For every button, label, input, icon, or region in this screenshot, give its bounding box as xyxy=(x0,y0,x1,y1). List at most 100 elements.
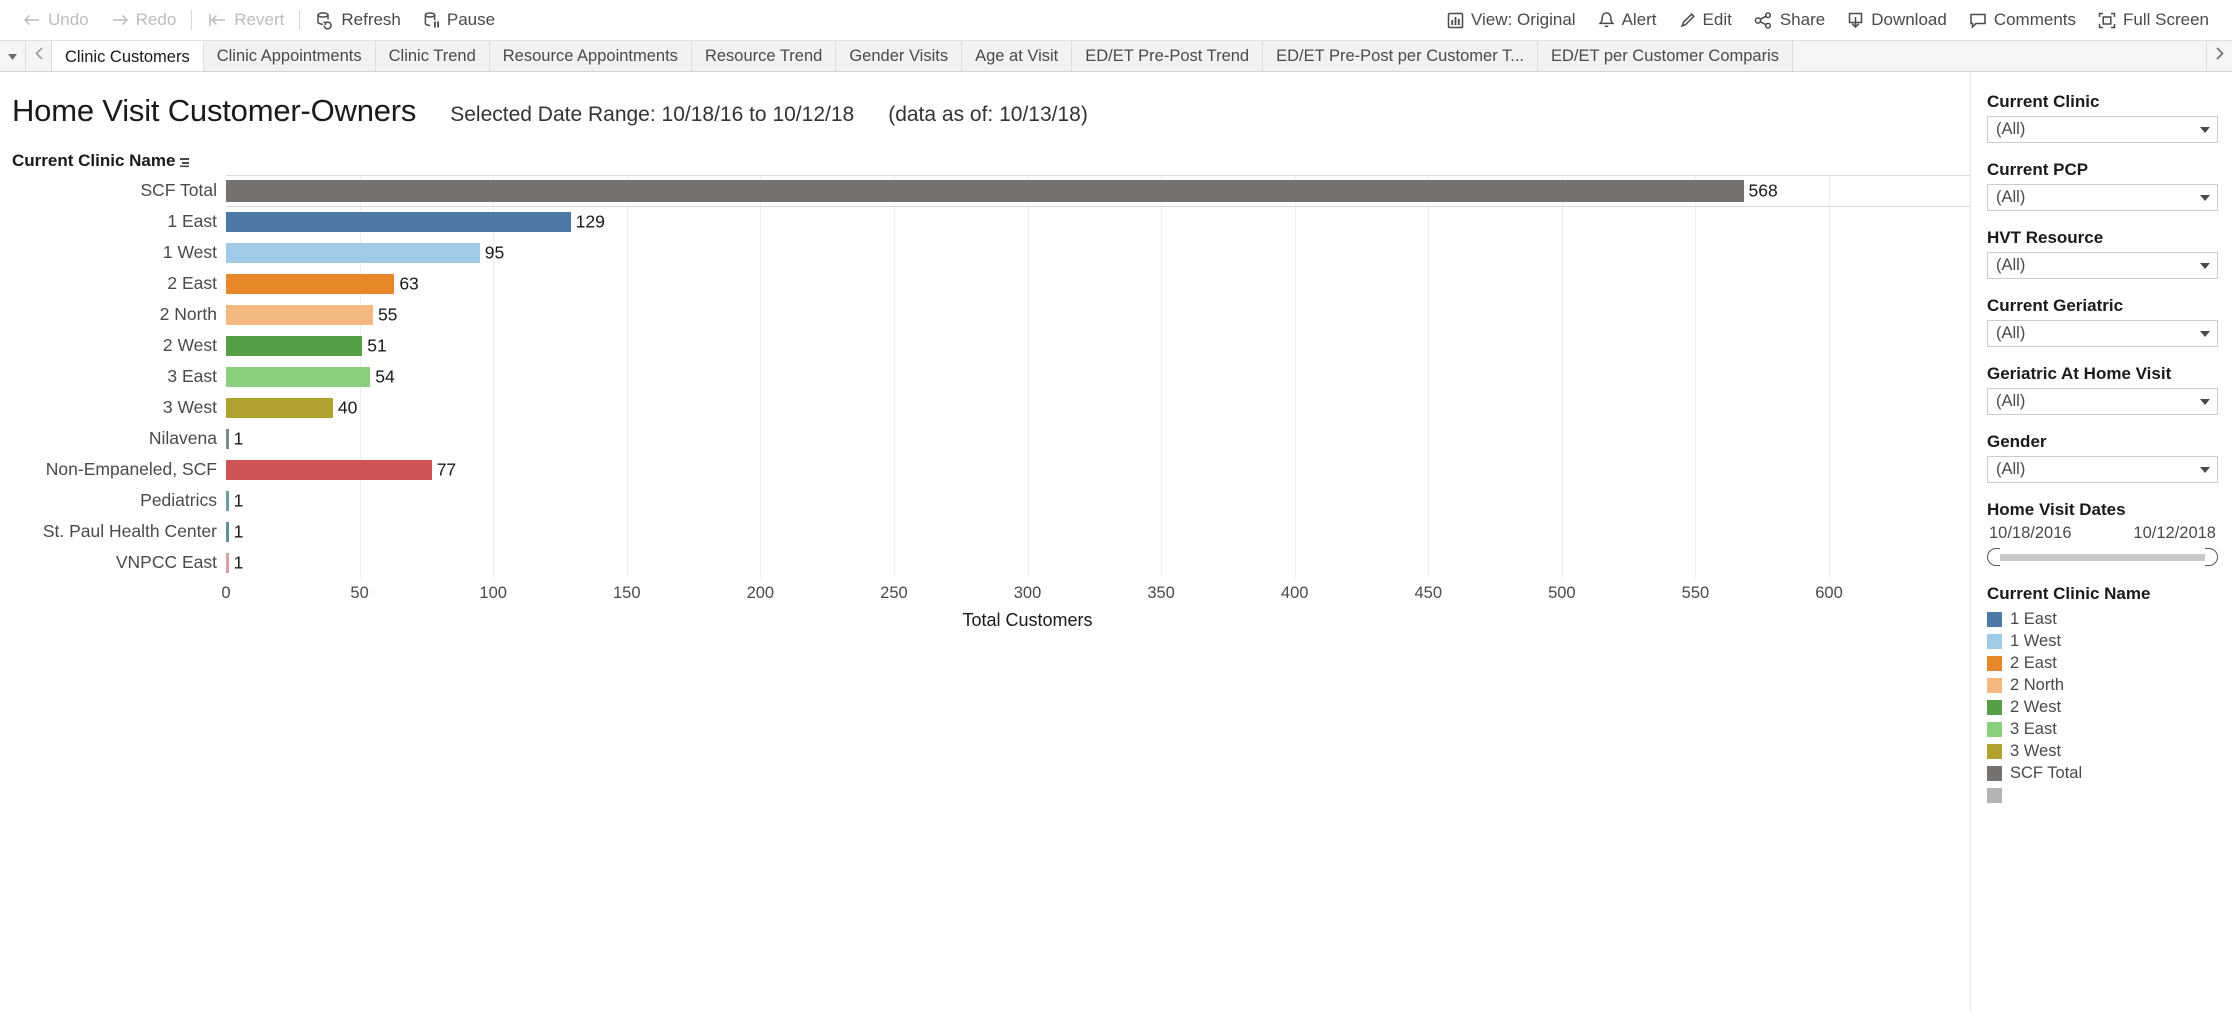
chart-row[interactable]: Nilavena 1 xyxy=(0,423,1970,454)
chart-row-label: 3 East xyxy=(167,366,217,386)
chart-row[interactable]: SCF Total 568 xyxy=(0,175,1970,206)
tab-resource-appointments[interactable]: Resource Appointments xyxy=(489,41,692,71)
tab-resource-trend[interactable]: Resource Trend xyxy=(691,41,837,71)
legend-color-swatch xyxy=(1987,633,2002,649)
sort-descending-icon[interactable] xyxy=(178,155,191,168)
tab-ed-et-pre-post-per-customer-t[interactable]: ED/ET Pre-Post per Customer T... xyxy=(1263,41,1538,71)
redo-button: Redo xyxy=(100,5,188,35)
legend-item[interactable]: 3 East xyxy=(1987,718,2218,740)
slider-track[interactable] xyxy=(1997,553,2208,561)
filter-label-current-pcp: Current PCP xyxy=(1987,160,2089,179)
chart-row-track: 51 xyxy=(226,330,1970,361)
filter-sidebar: Current Clinic (All) Current PCP (All) HVT R… xyxy=(1970,72,2232,1012)
chart-bar-value: 55 xyxy=(377,304,398,324)
share-icon xyxy=(1754,11,1773,29)
x-axis-tick: 400 xyxy=(1280,584,1309,602)
filter-geriatric-at-home-visit: Geriatric At Home Visit (All) xyxy=(1987,364,2218,415)
chart-row-header[interactable]: Current Clinic Name xyxy=(0,151,1970,171)
chart-row[interactable]: 2 North 55 xyxy=(0,299,1970,330)
chart-row-track: 129 xyxy=(226,206,1970,237)
chart-row-label: 3 West xyxy=(162,397,217,417)
chart-bar-value: 63 xyxy=(399,273,419,293)
legend-item[interactable]: 2 East xyxy=(1987,652,2218,674)
comment-icon xyxy=(1969,12,1987,29)
filter-dropdown-gender[interactable]: (All) xyxy=(1987,456,2218,483)
legend-item[interactable]: 1 West xyxy=(1987,630,2218,652)
legend-item[interactable]: 3 West xyxy=(1987,740,2218,762)
filter-value-hvt-resource: (All) xyxy=(1996,256,2026,274)
chart-row-label: 2 North xyxy=(159,304,217,324)
view-original-button[interactable]: View: Original xyxy=(1436,5,1587,35)
share-button[interactable]: Share xyxy=(1743,5,1836,35)
tab-age-at-visit[interactable]: Age at Visit xyxy=(962,41,1073,71)
tab-clinic-trend[interactable]: Clinic Trend xyxy=(375,41,490,71)
legend-item-label: 2 East xyxy=(2010,653,2057,672)
filter-dropdown-geriatric-at-home-visit[interactable]: (All) xyxy=(1987,388,2218,415)
undo-icon xyxy=(23,12,41,28)
color-legend-items: 1 East 1 West 2 East 2 North 2 West 3 East 3 W… xyxy=(1987,608,2218,806)
toolbar-button-label: Undo xyxy=(48,10,89,29)
chart-row[interactable]: 2 East 63 xyxy=(0,268,1970,299)
chart-bar[interactable] xyxy=(226,397,333,418)
tab-scroll-right-button[interactable] xyxy=(2206,41,2232,71)
chart-bar[interactable] xyxy=(226,459,432,480)
tab-gender-visits[interactable]: Gender Visits xyxy=(836,41,963,71)
slider-handle-end[interactable] xyxy=(2205,548,2218,566)
chart-row[interactable]: Pediatrics 1 xyxy=(0,485,1970,516)
chart-bar-value: 95 xyxy=(484,242,505,262)
chart-bar[interactable] xyxy=(226,273,395,294)
toolbar-divider xyxy=(299,10,301,30)
comments-button[interactable]: Comments xyxy=(1958,5,2087,35)
slider-handle-start[interactable] xyxy=(1987,548,2000,566)
legend-item[interactable] xyxy=(1987,784,2218,806)
legend-item[interactable]: 1 East xyxy=(1987,608,2218,630)
chart-bar[interactable] xyxy=(226,179,1744,202)
tab-clinic-customers[interactable]: Clinic Customers xyxy=(52,41,204,71)
chart-row[interactable]: 2 West 51 xyxy=(0,330,1970,361)
chart-row-label: 1 West xyxy=(162,242,217,262)
chart-row[interactable]: 3 West 40 xyxy=(0,392,1970,423)
color-legend-title: Current Clinic Name xyxy=(1987,584,2151,603)
x-axis-tick: 300 xyxy=(1013,584,1042,602)
chart-bar[interactable] xyxy=(226,242,480,263)
chart-bar[interactable] xyxy=(226,211,571,232)
chart-row-label: Nilavena xyxy=(148,428,217,448)
tab-ed-et-per-customer-comparis[interactable]: ED/ET per Customer Comparis xyxy=(1538,41,1794,71)
filter-dropdown-current-clinic[interactable]: (All) xyxy=(1987,116,2218,143)
refresh-button[interactable]: Refresh xyxy=(304,5,412,35)
tab-ed-et-pre-post-trend[interactable]: ED/ET Pre-Post Trend xyxy=(1072,41,1264,71)
legend-item[interactable]: SCF Total xyxy=(1987,762,2218,784)
chart-bar[interactable] xyxy=(226,335,363,356)
tab-clinic-appointments[interactable]: Clinic Appointments xyxy=(203,41,376,71)
pause-button[interactable]: Pause xyxy=(412,5,506,35)
chart-row-label: Non-Empaneled, SCF xyxy=(45,459,217,479)
dashboard-title-bar: Home Visit Customer-Owners Selected Date… xyxy=(0,72,1970,129)
chart-row[interactable]: 1 West 95 xyxy=(0,237,1970,268)
legend-item[interactable]: 2 North xyxy=(1987,674,2218,696)
chevron-left-icon xyxy=(34,47,43,65)
chart-row-label: 2 East xyxy=(167,273,217,293)
chevron-down-icon xyxy=(2200,330,2210,337)
chart-row[interactable]: Non-Empaneled, SCF 77 xyxy=(0,454,1970,485)
filter-dropdown-hvt-resource[interactable]: (All) xyxy=(1987,252,2218,279)
dashboard-content: Home Visit Customer-Owners Selected Date… xyxy=(0,72,2232,1012)
tab-menu-button[interactable] xyxy=(0,41,26,71)
chart-row[interactable]: 3 East 54 xyxy=(0,361,1970,392)
date-range-slider[interactable] xyxy=(1987,548,2218,566)
filter-dropdown-current-pcp[interactable]: (All) xyxy=(1987,184,2218,211)
alert-button[interactable]: Alert xyxy=(1587,5,1668,35)
chart-bar[interactable] xyxy=(226,304,373,325)
filter-current-geriatric: Current Geriatric (All) xyxy=(1987,296,2218,347)
chart-row[interactable]: St. Paul Health Center 1 xyxy=(0,516,1970,547)
full-screen-button[interactable]: Full Screen xyxy=(2087,5,2220,35)
edit-button[interactable]: Edit xyxy=(1668,5,1743,35)
chart-row[interactable]: 1 East 129 xyxy=(0,206,1970,237)
legend-item[interactable]: 2 West xyxy=(1987,696,2218,718)
chart-bar[interactable] xyxy=(226,366,371,387)
legend-color-swatch xyxy=(1987,743,2002,759)
tab-scroll-left-button[interactable] xyxy=(26,41,52,71)
filter-dropdown-current-geriatric[interactable]: (All) xyxy=(1987,320,2218,347)
chevron-right-icon xyxy=(2215,47,2224,65)
download-button[interactable]: Download xyxy=(1836,5,1958,35)
chart-row[interactable]: VNPCC East 1 xyxy=(0,547,1970,578)
